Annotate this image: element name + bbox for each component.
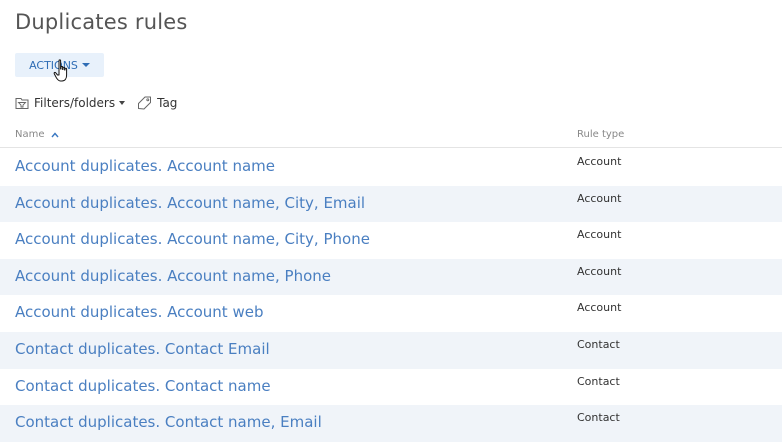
toolbar: Filters/folders Tag <box>15 94 177 112</box>
filters-folders-label: Filters/folders <box>34 96 116 110</box>
column-header-rule-type[interactable]: Rule type <box>577 129 624 140</box>
rule-type: Account <box>577 155 622 168</box>
rule-type: Contact <box>577 337 620 351</box>
grid-header: Name Rule type <box>0 124 782 148</box>
tag-button[interactable]: Tag <box>137 96 177 110</box>
column-header-name[interactable]: Name <box>15 129 59 140</box>
table-row[interactable]: Account duplicates. Account name Account <box>0 149 782 186</box>
rule-name-link[interactable]: Contact duplicates. Contact name <box>15 377 271 395</box>
table-row[interactable]: Account duplicates. Account name, Phone … <box>0 258 782 296</box>
sort-ascending-icon <box>50 131 59 137</box>
filter-folders-icon <box>15 97 29 109</box>
table-row[interactable]: Account duplicates. Account name, City, … <box>0 185 782 223</box>
rule-type: Account <box>577 228 622 242</box>
rule-type: Contact <box>577 411 620 425</box>
table-row[interactable]: Account duplicates. Account name, City, … <box>0 222 782 259</box>
hand-pointer-icon <box>53 59 68 82</box>
grid-rows: Account duplicates. Account name Account… <box>0 149 782 442</box>
tag-icon <box>138 96 152 110</box>
table-row[interactable]: Account duplicates. Account web Account <box>0 295 782 332</box>
page-title: Duplicates rules <box>15 10 188 34</box>
table-row[interactable]: Contact duplicates. Contact name, Email … <box>0 405 782 442</box>
rule-name-link[interactable]: Contact duplicates. Contact Email <box>15 340 270 358</box>
table-row[interactable]: Contact duplicates. Contact Email Contac… <box>0 331 782 369</box>
rule-name-link[interactable]: Account duplicates. Account web <box>15 303 263 321</box>
caret-down-icon <box>81 63 90 67</box>
rule-type: Account <box>577 301 622 315</box>
rule-type: Contact <box>577 374 620 388</box>
rule-type: Account <box>577 264 622 278</box>
rule-type: Account <box>577 191 622 205</box>
rule-name-link[interactable]: Account duplicates. Account name, Phone <box>15 267 331 285</box>
caret-down-icon <box>119 101 126 105</box>
column-header-name-label: Name <box>15 129 45 140</box>
table-row[interactable]: Contact duplicates. Contact name Contact <box>0 369 782 406</box>
rule-name-link[interactable]: Account duplicates. Account name, City, … <box>15 194 365 212</box>
tag-label: Tag <box>157 96 178 110</box>
filters-folders-button[interactable]: Filters/folders <box>15 96 126 110</box>
rule-name-link[interactable]: Account duplicates. Account name <box>15 157 275 175</box>
rule-name-link[interactable]: Account duplicates. Account name, City, … <box>15 230 370 248</box>
rule-name-link[interactable]: Contact duplicates. Contact name, Email <box>15 413 322 431</box>
